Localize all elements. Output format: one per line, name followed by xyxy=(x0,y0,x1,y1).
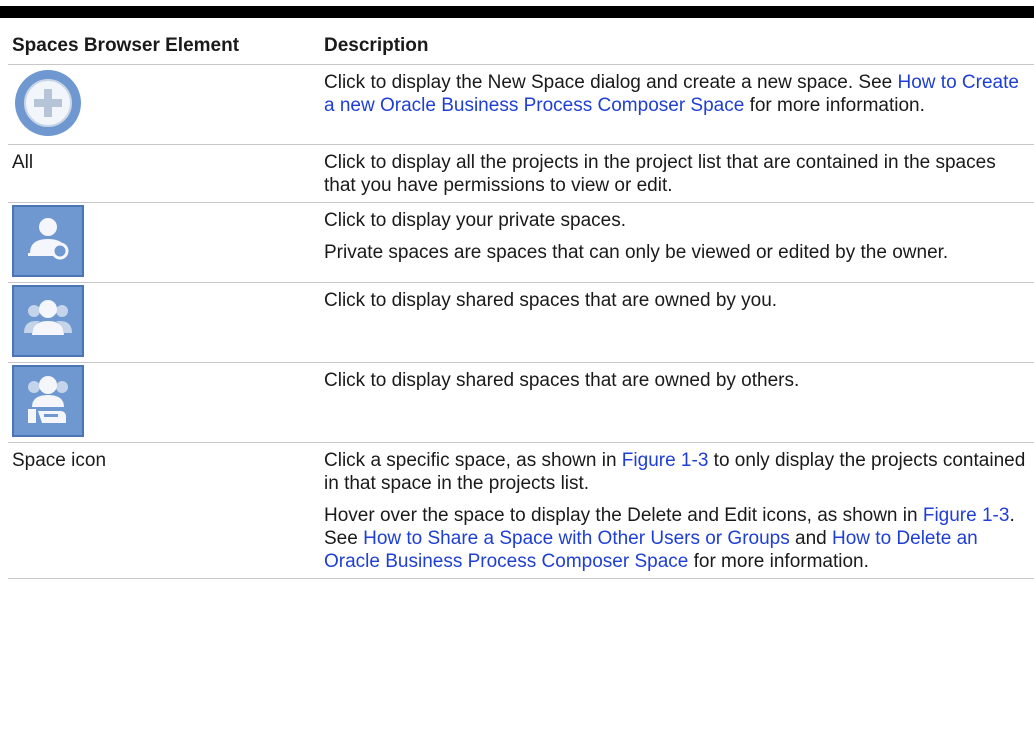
element-cell xyxy=(8,64,320,145)
element-cell xyxy=(8,202,320,283)
description-text: Click to display shared spaces that are … xyxy=(324,290,778,311)
element-cell xyxy=(8,362,320,443)
spaces-browser-table: Spaces Browser Element Description Click… xyxy=(8,28,1034,579)
share-space-link[interactable]: How to Share a Space with Other Users or… xyxy=(363,528,790,549)
description-text: Click to display all the projects in the… xyxy=(324,152,996,196)
description-text: Private spaces are spaces that can only … xyxy=(324,242,949,263)
figure-link[interactable]: Figure 1-3 xyxy=(622,450,709,471)
description-text: Hover over the space to display the Dele… xyxy=(324,505,1015,572)
add-space-icon xyxy=(12,67,84,139)
table-row: Click to display the New Space dialog an… xyxy=(8,64,1034,145)
table-row: Click to display shared spaces that are … xyxy=(8,282,1034,363)
element-label: All xyxy=(12,152,34,173)
column-header-description: Description xyxy=(320,28,1034,65)
description-text: Click to display your private spaces. xyxy=(324,210,627,231)
element-cell: All xyxy=(8,144,320,203)
description-cell: Click a specific space, as shown in Figu… xyxy=(320,442,1034,579)
table-row: Space icon Click a specific space, as sh… xyxy=(8,442,1034,579)
element-label: Space icon xyxy=(12,450,107,471)
description-text: Click to display shared spaces that are … xyxy=(324,370,800,391)
top-rule xyxy=(0,6,1034,18)
table-row: All Click to display all the projects in… xyxy=(8,144,1034,203)
description-cell: Click to display the New Space dialog an… xyxy=(320,64,1034,145)
table-row: Click to display your private spaces. Pr… xyxy=(8,202,1034,283)
table-header-row: Spaces Browser Element Description xyxy=(8,28,1034,65)
description-text: Click to display the New Space dialog an… xyxy=(324,72,1019,116)
column-header-element: Spaces Browser Element xyxy=(8,28,320,65)
private-space-icon xyxy=(12,205,84,277)
shared-by-me-icon xyxy=(12,285,84,357)
description-cell: Click to display shared spaces that are … xyxy=(320,282,1034,363)
shared-by-others-icon xyxy=(12,365,84,437)
figure-link[interactable]: Figure 1-3 xyxy=(923,505,1010,526)
table-row: Click to display shared spaces that are … xyxy=(8,362,1034,443)
description-cell: Click to display all the projects in the… xyxy=(320,144,1034,203)
element-cell: Space icon xyxy=(8,442,320,579)
description-cell: Click to display your private spaces. Pr… xyxy=(320,202,1034,283)
description-cell: Click to display shared spaces that are … xyxy=(320,362,1034,443)
description-text: Click a specific space, as shown in Figu… xyxy=(324,450,1026,494)
element-cell xyxy=(8,282,320,363)
